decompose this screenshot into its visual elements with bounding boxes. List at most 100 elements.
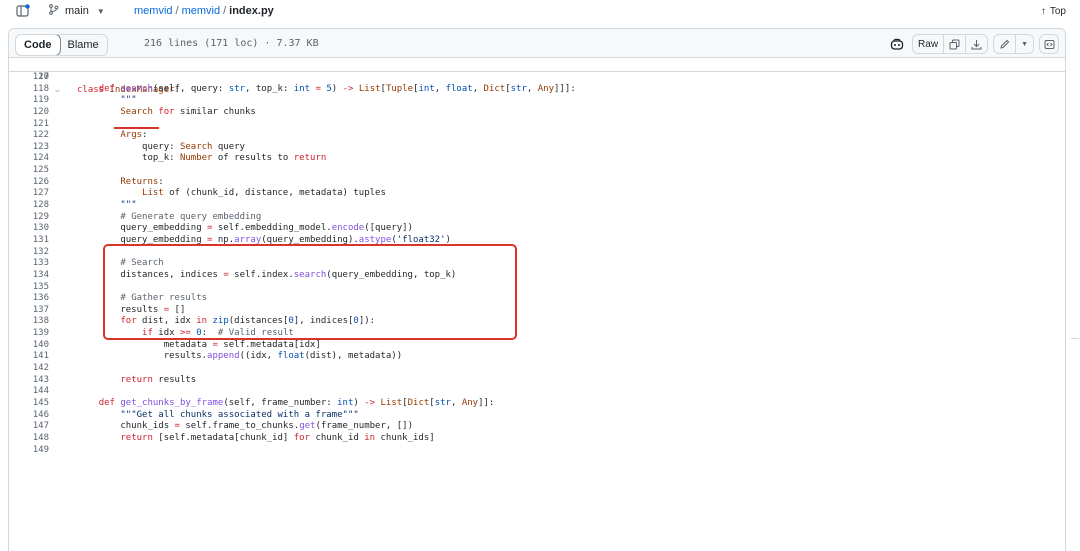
line-number[interactable]: 131 [9, 235, 49, 247]
scrollbar-marker [1071, 338, 1079, 339]
code-text: return results [120, 374, 197, 385]
code-line: 118 ⌵ def search(self, query: str, top_k:… [9, 84, 1065, 96]
annotation-underline [114, 127, 159, 129]
code-line: 121 [9, 119, 1065, 131]
line-number[interactable]: 148 [9, 433, 49, 445]
code-text: return [self.metadata[chunk_id] for chun… [120, 432, 435, 443]
breadcrumb: memvid / memvid / index.py [134, 5, 274, 17]
line-number[interactable]: 145 [9, 398, 49, 410]
line-number[interactable]: 141 [9, 351, 49, 363]
pencil-icon[interactable] [994, 35, 1015, 53]
code-line: 123 query: Search query [9, 142, 1065, 154]
line-number[interactable]: 137 [9, 305, 49, 317]
code-line: 122 Args: [9, 130, 1065, 142]
line-number[interactable]: 149 [9, 445, 49, 457]
line-number[interactable]: 134 [9, 270, 49, 282]
code-text: Returns: [120, 176, 164, 187]
line-number[interactable]: 138 [9, 316, 49, 328]
code-line: 119 """ [9, 95, 1065, 107]
code-text: """ [120, 200, 137, 211]
file-header: Code Blame 216 lines (171 loc) · 7.37 KB… [8, 28, 1066, 58]
code-line: 145 def get_chunks_by_frame(self, frame_… [9, 398, 1065, 410]
code-text: query_embedding = self.embedding_model.e… [77, 223, 413, 234]
file-meta: 216 lines (171 loc) · 7.37 KB [144, 38, 319, 49]
line-number[interactable]: 133 [9, 258, 49, 270]
line-number[interactable]: 123 [9, 142, 49, 154]
top-label: Top [1049, 5, 1066, 17]
line-number[interactable]: 121 [9, 119, 49, 131]
code-line: 140 metadata = self.metadata[idx] [9, 340, 1065, 352]
line-number[interactable]: 127 [9, 188, 49, 200]
line-number[interactable]: 122 [9, 130, 49, 142]
chevron-down-icon: ▼ [96, 6, 105, 16]
code-text: query: Search query [77, 141, 245, 152]
file-actions: Raw ▼ [887, 34, 1059, 54]
code-line: 147 chunk_ids = self.frame_to_chunks.get… [9, 421, 1065, 433]
edit-menu-chevron-down-icon[interactable]: ▼ [1015, 35, 1033, 53]
code-line: 141 results.append((idx, float(dist), me… [9, 351, 1065, 363]
edit-group: ▼ [993, 34, 1034, 54]
line-number[interactable]: 128 [9, 200, 49, 212]
line-number[interactable]: 140 [9, 340, 49, 352]
view-toggle: Code Blame [15, 34, 108, 56]
breadcrumb-repo-link[interactable]: memvid [182, 5, 221, 17]
breadcrumb-file-name: index.py [229, 5, 274, 17]
copy-icon[interactable] [943, 35, 965, 53]
code-text: List of (chunk_id, distance, metadata) t… [142, 188, 386, 199]
code-line: 127 List of (chunk_id, distance, metadat… [9, 188, 1065, 200]
side-panel-icon[interactable] [14, 2, 32, 20]
code-line: 149 [9, 445, 1065, 457]
symbols-icon[interactable] [1039, 34, 1059, 54]
tab-code[interactable]: Code [15, 35, 61, 55]
line-number[interactable]: 135 [9, 282, 49, 294]
line-number[interactable]: 118 [9, 84, 49, 96]
line-number[interactable]: 126 [9, 177, 49, 189]
code-line: 117 [9, 72, 1065, 84]
sticky-scope-header: 20 class IndexManager: [9, 58, 1065, 95]
line-number[interactable]: 139 [9, 328, 49, 340]
code-text: metadata = self.metadata[idx] [77, 339, 321, 350]
line-number[interactable]: 125 [9, 165, 49, 177]
file-navigation-bar: main ▼ memvid / memvid / index.py ↑ Top [0, 0, 1080, 24]
code-text: # Generate query embedding [120, 211, 262, 222]
code-line: 142 [9, 363, 1065, 375]
line-number[interactable]: 124 [9, 153, 49, 165]
code-line: 129 # Generate query embedding [9, 212, 1065, 224]
code-line: 125 [9, 165, 1065, 177]
raw-button[interactable]: Raw [913, 35, 943, 53]
line-number[interactable]: 136 [9, 293, 49, 305]
line-number[interactable]: 143 [9, 375, 49, 387]
line-number[interactable]: 132 [9, 247, 49, 259]
code-text: results.append((idx, float(dist), metada… [77, 351, 403, 362]
branch-selector[interactable]: main ▼ [48, 2, 105, 20]
line-number[interactable]: 147 [9, 421, 49, 433]
breadcrumb-owner-link[interactable]: memvid [134, 5, 173, 17]
line-number[interactable]: 119 [9, 95, 49, 107]
fold-chevron-icon[interactable]: ⌵ [55, 84, 60, 96]
code-text: top_k: Number of results to return [77, 153, 327, 164]
code-line: 128 """ [9, 200, 1065, 212]
code-line: 148 return [self.metadata[chunk_id] for … [9, 433, 1065, 445]
line-number[interactable]: 117 [9, 72, 49, 84]
line-number[interactable]: 130 [9, 223, 49, 235]
code-line: 126 Returns: [9, 177, 1065, 189]
line-number[interactable]: 120 [9, 107, 49, 119]
code-text: Args: [120, 130, 148, 141]
code-line: 146 """Get all chunks associated with a … [9, 410, 1065, 422]
code-text: Search for similar chunks [120, 106, 256, 117]
line-number[interactable]: 144 [9, 386, 49, 398]
arrow-up-icon: ↑ [1040, 5, 1046, 17]
copilot-icon[interactable] [887, 34, 907, 54]
top-button[interactable]: ↑ Top [1041, 3, 1066, 19]
code-line: 130 query_embedding = self.embedding_mod… [9, 223, 1065, 235]
line-number[interactable]: 142 [9, 363, 49, 375]
code-text: def get_chunks_by_frame(self, frame_numb… [98, 397, 495, 408]
branch-icon [48, 4, 59, 18]
tab-blame[interactable]: Blame [60, 35, 107, 55]
code-text: chunk_ids = self.frame_to_chunks.get(fra… [77, 421, 413, 432]
code-line: 124 top_k: Number of results to return [9, 153, 1065, 165]
download-icon[interactable] [965, 35, 987, 53]
code-text: def search(self, query: str, top_k: int … [98, 83, 576, 94]
line-number[interactable]: 146 [9, 410, 49, 422]
line-number[interactable]: 129 [9, 212, 49, 224]
